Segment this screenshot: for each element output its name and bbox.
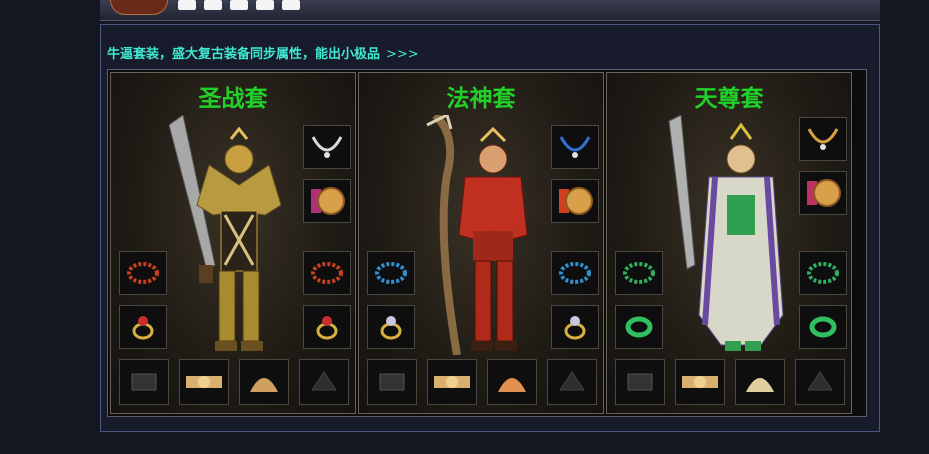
ring-right-slot[interactable] (303, 305, 351, 349)
banner-title (178, 0, 308, 12)
belt-slot[interactable] (427, 359, 477, 405)
set-card-fashen: 法神套 (358, 72, 604, 414)
mage-figure (426, 115, 528, 355)
medal-slot[interactable] (303, 179, 351, 223)
boots-icon (379, 373, 405, 391)
bracelet-icon (375, 262, 407, 284)
boots-slot[interactable] (615, 359, 665, 405)
medal-icon (559, 187, 593, 215)
boots-icon (627, 373, 653, 391)
equipment-panel: 牛逼套装，盛大复古装备同步属性，能出小极品 >>> 圣战套 法神套 天尊套 (100, 24, 880, 432)
bracelet-right-slot[interactable] (799, 251, 847, 295)
necklace-slot[interactable] (551, 125, 599, 169)
page-banner (100, 0, 880, 21)
ring-left-slot[interactable] (119, 305, 167, 349)
bracelet-left-slot[interactable] (119, 251, 167, 295)
helmet-icon (250, 378, 278, 392)
bracelet-icon (559, 262, 591, 284)
taoist-figure (668, 115, 784, 351)
bracelet-right-slot[interactable] (303, 251, 351, 295)
helmet-slot[interactable] (239, 359, 289, 405)
set-title: 天尊套 (694, 86, 764, 112)
warrior-figure (169, 115, 282, 351)
ring-icon (809, 316, 837, 338)
bracelet-icon (623, 262, 655, 284)
set-title: 法神套 (446, 86, 516, 112)
necklace-icon (311, 136, 343, 158)
belt-slot[interactable] (675, 359, 725, 405)
medal-icon (807, 179, 841, 207)
belt-icon (186, 376, 222, 388)
helmet-icon (746, 378, 774, 392)
necklace-icon (807, 128, 839, 150)
helmet-slot[interactable] (735, 359, 785, 405)
ring-icon (625, 316, 653, 338)
intro-line[interactable]: 牛逼套装，盛大复古装备同步属性，能出小极品 >>> (107, 43, 419, 62)
ring-left-slot[interactable] (615, 305, 663, 349)
medal-slot[interactable] (799, 171, 847, 215)
intro-arrows: >>> (386, 47, 419, 62)
intro-text: 牛逼套装，盛大复古装备同步属性，能出小极品 (107, 47, 381, 62)
bracelet-left-slot[interactable] (367, 251, 415, 295)
bracelet-icon (311, 262, 343, 284)
necklace-icon (559, 136, 591, 158)
set-title: 圣战套 (198, 86, 268, 112)
necklace-slot[interactable] (799, 117, 847, 161)
medal-icon (311, 187, 345, 215)
ring-icon (564, 316, 586, 340)
boots-slot[interactable] (367, 359, 417, 405)
belt-icon (682, 376, 718, 388)
ring-icon (132, 316, 154, 340)
set-card-shengzhan: 圣战套 (110, 72, 356, 414)
stone-slot[interactable] (547, 359, 597, 405)
bracelet-icon (127, 262, 159, 284)
ring-right-slot[interactable] (799, 305, 847, 349)
bracelet-right-slot[interactable] (551, 251, 599, 295)
helmet-icon (498, 378, 526, 392)
ring-icon (380, 316, 402, 340)
stone-icon (311, 371, 337, 391)
bracelet-icon (807, 262, 839, 284)
helmet-slot[interactable] (487, 359, 537, 405)
equipment-sets: 圣战套 法神套 天尊套 (107, 69, 867, 417)
boots-icon (131, 373, 157, 391)
medal-slot[interactable] (551, 179, 599, 223)
ring-left-slot[interactable] (367, 305, 415, 349)
belt-icon (434, 376, 470, 388)
ring-icon (316, 316, 338, 340)
banner-emblem-icon (110, 0, 168, 15)
stone-slot[interactable] (299, 359, 349, 405)
belt-slot[interactable] (179, 359, 229, 405)
ring-right-slot[interactable] (551, 305, 599, 349)
necklace-slot[interactable] (303, 125, 351, 169)
bracelet-left-slot[interactable] (615, 251, 663, 295)
set-card-tianzun: 天尊套 (606, 72, 852, 414)
boots-slot[interactable] (119, 359, 169, 405)
stone-icon (559, 371, 585, 391)
stone-slot[interactable] (795, 359, 845, 405)
stone-icon (807, 371, 833, 391)
